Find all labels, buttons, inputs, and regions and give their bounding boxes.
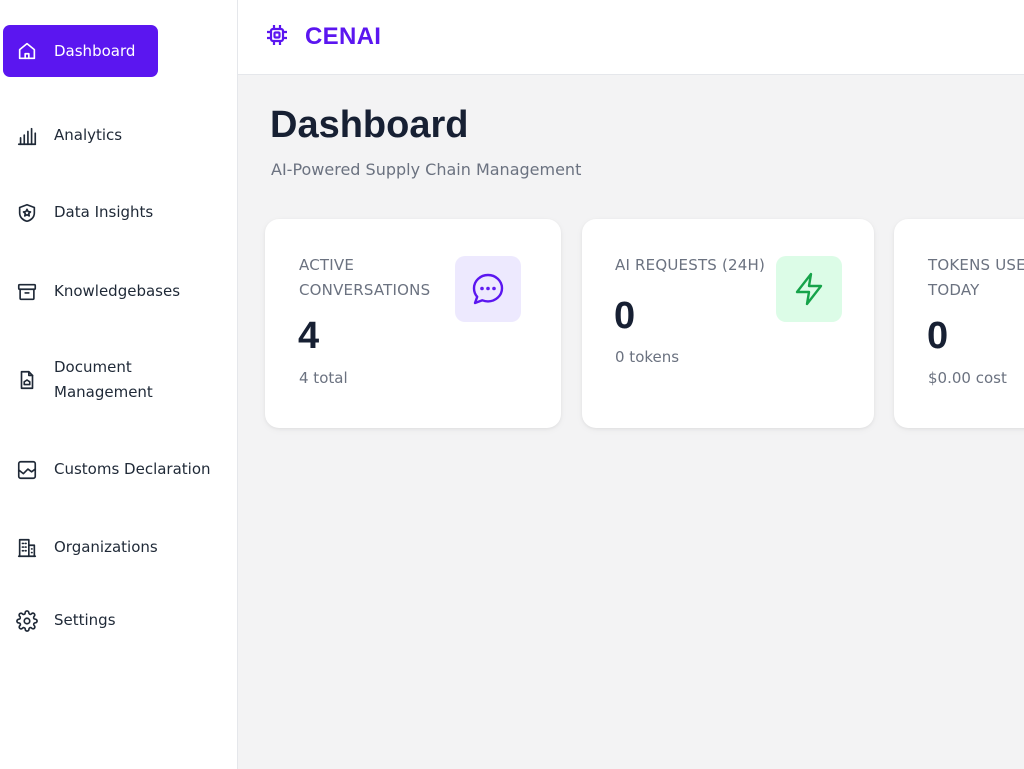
stat-card-active-conversations: ACTIVE CONVERSATIONS 4 4 total [265, 219, 561, 428]
sidebar-item-customs-declaration[interactable]: Customs Declaration [3, 457, 211, 482]
sidebar-item-label: Document [54, 358, 132, 376]
sidebar-item-label-group: Document Management [54, 355, 153, 405]
sidebar-item-organizations[interactable]: Organizations [3, 535, 158, 560]
sidebar-item-label: Customs Declaration [54, 460, 211, 478]
gear-icon [16, 609, 38, 632]
bar-chart-icon [16, 125, 38, 147]
stat-card-label-line: ACTIVE [299, 256, 354, 274]
stat-card-subtext: $0.00 cost [928, 369, 1007, 387]
archive-box-icon [16, 281, 38, 303]
sidebar-item-document-management[interactable]: Document Management [3, 355, 153, 405]
sidebar-item-label: Organizations [54, 538, 158, 556]
sidebar: Dashboard Analytics Data Insights Knowle… [0, 0, 238, 769]
shield-star-icon [16, 202, 38, 224]
stat-card-value: 4 [298, 315, 320, 357]
stat-card-subtext: 4 total [299, 369, 348, 387]
top-bar: CENAI [238, 0, 1024, 75]
stat-card-value: 0 [614, 295, 636, 337]
inbox-chart-icon [16, 459, 38, 481]
brand[interactable]: CENAI [264, 22, 381, 52]
stat-card-subtext: 0 tokens [615, 348, 680, 366]
home-icon [16, 40, 38, 62]
brand-name: CENAI [305, 23, 382, 50]
chip-icon [264, 22, 290, 52]
lightning-icon [776, 256, 842, 322]
sidebar-item-label: Data Insights [54, 203, 154, 221]
stat-card-label: TOKENS USE TODAY [928, 253, 1024, 303]
chat-bubble-icon [455, 256, 521, 322]
sidebar-item-label: Knowledgebases [54, 282, 181, 300]
building-icon [16, 537, 38, 559]
sidebar-item-settings[interactable]: Settings [3, 608, 116, 633]
stat-card-label: ACTIVE CONVERSATIONS [299, 253, 430, 303]
stat-card-value: 0 [927, 315, 949, 357]
sidebar-item-label: Analytics [54, 126, 123, 144]
sidebar-item-label: Management [54, 383, 153, 401]
sidebar-item-dashboard[interactable]: Dashboard [3, 25, 158, 77]
stat-card-label: AI REQUESTS (24H) [615, 256, 766, 274]
stat-card-label-line: CONVERSATIONS [299, 281, 431, 299]
stat-card-label-line: TOKENS USE [928, 256, 1024, 274]
sidebar-item-analytics[interactable]: Analytics [3, 123, 122, 148]
page-subtitle: AI-Powered Supply Chain Management [271, 160, 582, 179]
stat-card-tokens-used: TOKENS USE TODAY 0 $0.00 cost [894, 219, 1024, 428]
page-title: Dashboard [270, 104, 469, 146]
sidebar-item-data-insights[interactable]: Data Insights [3, 200, 153, 225]
stat-card-ai-requests: AI REQUESTS (24H) 0 0 tokens [582, 219, 874, 428]
sidebar-item-label: Settings [54, 611, 116, 629]
document-icon [16, 369, 38, 391]
sidebar-item-label: Dashboard [54, 41, 136, 60]
app-root: Dashboard Analytics Data Insights Knowle… [0, 0, 1024, 769]
stat-card-label-line: TODAY [928, 281, 980, 299]
sidebar-item-knowledgebases[interactable]: Knowledgebases [3, 279, 180, 304]
